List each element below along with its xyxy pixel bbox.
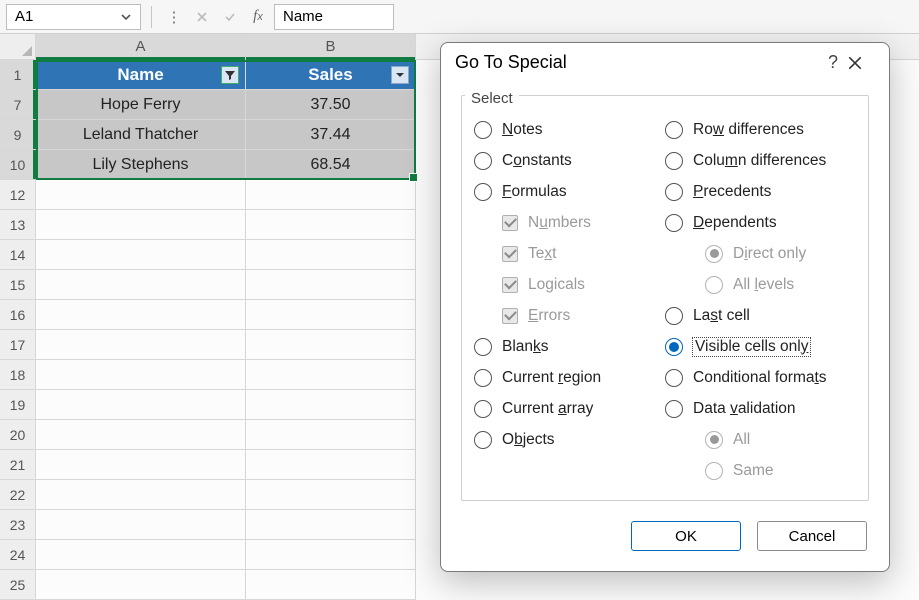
option-current-array[interactable]: Current array [474,393,665,424]
row-header[interactable]: 25 [0,570,36,600]
row-header[interactable]: 23 [0,510,36,540]
row-header[interactable]: 14 [0,240,36,270]
header-cell-name[interactable]: Name [36,60,246,90]
help-icon[interactable]: ? [819,52,847,73]
row-header[interactable]: 1 [0,60,36,90]
ok-button[interactable]: OK [631,521,741,551]
fx-icon[interactable]: fx [246,5,270,29]
option-direct-only: Direct only [665,238,856,269]
option-dependents[interactable]: Dependents [665,207,856,238]
row-header[interactable]: 7 [0,90,36,120]
cancel-formula-icon[interactable] [190,5,214,29]
option-text: Text [474,238,665,269]
row-header[interactable]: 17 [0,330,36,360]
option-same: Same [665,455,856,486]
chevron-down-icon[interactable] [120,11,132,23]
option-logicals: Logicals [474,269,665,300]
row-header[interactable]: 20 [0,420,36,450]
option-data-validation[interactable]: Data validation [665,393,856,424]
cell[interactable]: 68.54 [246,150,416,180]
row-header[interactable]: 15 [0,270,36,300]
name-box[interactable]: A1 [6,4,141,30]
formula-text: Name [283,8,323,25]
close-icon[interactable] [847,55,875,71]
group-label: Select [461,88,869,105]
column-header-b[interactable]: B [246,34,416,59]
dialog-titlebar: Go To Special ? [441,43,889,82]
option-current-region[interactable]: Current region [474,362,665,393]
option-numbers: Numbers [474,207,665,238]
separator [151,6,152,28]
cell[interactable]: Leland Thatcher [36,120,246,150]
option-objects[interactable]: Objects [474,424,665,455]
row-header[interactable]: 13 [0,210,36,240]
row-header[interactable]: 19 [0,390,36,420]
option-all-levels: All levels [665,269,856,300]
option-precedents[interactable]: Precedents [665,176,856,207]
option-last-cell[interactable]: Last cell [665,300,856,331]
column-header-a[interactable]: A [36,34,246,59]
go-to-special-dialog: Go To Special ? Select Notes Constants F… [440,42,890,572]
filter-dropdown-icon[interactable] [391,66,409,84]
accept-formula-icon[interactable] [218,5,242,29]
formula-bar: A1 ⋮ fx Name [0,0,919,34]
option-visible-cells[interactable]: Visible cells only [665,331,856,362]
cell[interactable]: Hope Ferry [36,90,246,120]
option-blanks[interactable]: Blanks [474,331,665,362]
option-row-differences[interactable]: Row differences [665,114,856,145]
row-header[interactable]: 24 [0,540,36,570]
row-header[interactable]: 16 [0,300,36,330]
row-header[interactable]: 18 [0,360,36,390]
select-all-corner[interactable] [0,34,36,59]
option-constants[interactable]: Constants [474,145,665,176]
option-column-differences[interactable]: Column differences [665,145,856,176]
formula-input[interactable]: Name [274,4,394,30]
option-formulas[interactable]: Formulas [474,176,665,207]
cell[interactable]: 37.44 [246,120,416,150]
table-row: 25 [0,570,919,600]
dialog-title: Go To Special [455,52,567,73]
row-header[interactable]: 22 [0,480,36,510]
more-icon[interactable]: ⋮ [162,5,186,29]
cell-reference: A1 [15,8,33,25]
option-conditional-formats[interactable]: Conditional formats [665,362,856,393]
cancel-button[interactable]: Cancel [757,521,867,551]
option-notes[interactable]: Notes [474,114,665,145]
filter-active-icon[interactable] [221,66,239,84]
cell[interactable]: Lily Stephens [36,150,246,180]
row-header[interactable]: 10 [0,150,36,180]
cell[interactable]: 37.50 [246,90,416,120]
row-header[interactable]: 9 [0,120,36,150]
option-all: All [665,424,856,455]
option-errors: Errors [474,300,665,331]
header-cell-sales[interactable]: Sales [246,60,416,90]
row-header[interactable]: 12 [0,180,36,210]
row-header[interactable]: 21 [0,450,36,480]
